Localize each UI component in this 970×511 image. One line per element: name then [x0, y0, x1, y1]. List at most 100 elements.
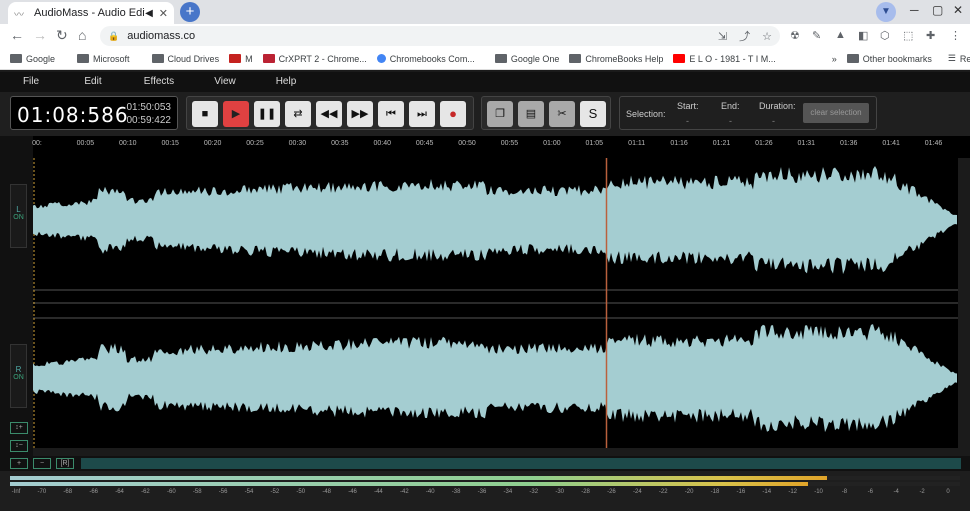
channel-left-toggle[interactable]: L ON	[10, 184, 27, 248]
meter-scale-label: -42	[399, 489, 409, 495]
selection-start-value: -	[686, 116, 689, 126]
clear-selection-button[interactable]: clear selection	[803, 103, 869, 123]
meter-scale-label: -26	[607, 489, 616, 495]
cut-button[interactable]: ✂	[549, 101, 575, 127]
stop-button[interactable]: ■	[192, 101, 218, 127]
url-text[interactable]: audiomass.co	[127, 30, 706, 42]
menu-effects[interactable]: Effects	[128, 72, 190, 92]
skip-start-button[interactable]: ⏮	[378, 101, 404, 127]
vertical-zoom-in-button[interactable]: ↕+	[10, 422, 28, 434]
extension-hex-icon[interactable]: ⬡	[880, 29, 890, 42]
share-icon[interactable]: ⤴	[739, 28, 750, 44]
silence-button[interactable]: S	[580, 101, 606, 127]
time-display: 01:08:586 01:50:053 00:59:422	[10, 96, 178, 130]
menu-file[interactable]: File	[0, 72, 62, 92]
meter-scale-label: -6	[867, 489, 873, 495]
meter-scale-label: -8	[841, 489, 848, 495]
meter-scale-label: -24	[632, 489, 642, 495]
bookmark-gmail[interactable]: M	[229, 54, 253, 64]
extension-pencil-icon[interactable]: ✎	[812, 29, 821, 42]
menu-edit[interactable]: Edit	[58, 72, 128, 92]
audiomass-favicon-icon: 〰	[14, 9, 24, 21]
new-tab-button[interactable]: +	[180, 2, 200, 22]
timeline-tick: 01:41	[882, 140, 900, 147]
menu-view[interactable]: View	[194, 72, 256, 92]
reading-list-button[interactable]: ☰Reading list	[948, 53, 970, 64]
close-window-button[interactable]: ✕	[953, 3, 963, 17]
back-button[interactable]: ←	[10, 27, 24, 43]
zoom-in-button[interactable]: +	[10, 458, 28, 469]
fast-forward-button[interactable]: ▶▶	[347, 101, 373, 127]
bookmark-youtube-elo[interactable]: E L O - 1981 - T I M...	[673, 54, 776, 64]
extension-biohazard-icon[interactable]: ☢	[790, 29, 800, 42]
timeline-tick: 00:10	[119, 140, 137, 147]
paste-button[interactable]: ▤	[518, 101, 544, 127]
rewind-icon: ◀◀	[320, 108, 338, 120]
timeline-tick: 01:21	[712, 140, 731, 147]
forward-button[interactable]: →	[33, 27, 47, 43]
tab-audiomass[interactable]: 〰 AudioMass - Audio Editor ◀︎ ✕	[8, 2, 174, 24]
record-button[interactable]: ●	[440, 101, 466, 127]
meter-scale-label: -10	[814, 489, 823, 495]
extensions-puzzle-icon[interactable]: ✚	[926, 29, 935, 42]
timeline-tick: 00:25	[246, 140, 264, 147]
home-button[interactable]: ⌂	[78, 27, 86, 43]
bookmark-chromebooks-help[interactable]: ChromeBooks Help	[569, 54, 663, 64]
meter-scale-label: -40	[425, 489, 435, 495]
meter-scale-label: -32	[529, 489, 539, 495]
zoom-out-button[interactable]: −	[33, 458, 51, 469]
maximize-button[interactable]: ▢	[932, 3, 943, 17]
skip-end-button[interactable]: ⏭	[409, 101, 435, 127]
bookmark-crxprt[interactable]: CrXPRT 2 - Chrome...	[262, 54, 367, 64]
channel-sidebar: L ON R ON ↕+ ↕−	[0, 136, 33, 466]
bookmark-chromebooks-com[interactable]: Chromebooks Com...	[376, 54, 475, 64]
extension-square-icon[interactable]: ◧	[858, 29, 868, 42]
loop-button[interactable]: ⇄	[285, 101, 311, 127]
bookmarks-overflow-icon[interactable]: »	[832, 54, 837, 64]
speaker-mute-icon[interactable]: ◀︎	[145, 8, 153, 19]
tab-search-button[interactable]: ▼	[876, 2, 896, 22]
bookmark-star-icon[interactable]: ☆	[762, 30, 772, 43]
copy-button[interactable]: ❐	[487, 101, 513, 127]
timeline-tick: 00:	[32, 140, 42, 147]
stop-icon: ■	[201, 108, 209, 120]
timeline-tick: 01:11	[628, 140, 646, 147]
menu-help[interactable]: Help	[256, 72, 316, 92]
waveform-svg[interactable]	[33, 158, 958, 448]
zoom-reset-button[interactable]: [R]	[56, 458, 74, 469]
install-app-icon[interactable]: ⇲	[718, 30, 727, 43]
timeline-tick: 01:05	[585, 140, 604, 147]
meter-scale-label: -34	[503, 489, 513, 495]
current-time: 01:08:586	[17, 103, 129, 127]
reload-button[interactable]: ↻	[56, 27, 68, 44]
horizontal-scroll-bar: + − [R]	[0, 456, 970, 471]
bookmark-microsoft[interactable]: Microsoft	[77, 54, 130, 64]
waveform-canvas[interactable]	[33, 158, 958, 448]
folder-icon	[494, 54, 507, 63]
folder-icon	[77, 54, 90, 63]
bookmark-cloud-drives[interactable]: Cloud Drives	[151, 54, 219, 64]
rewind-button[interactable]: ◀◀	[316, 101, 342, 127]
tab-title: AudioMass - Audio Editor	[34, 7, 145, 19]
scroll-track[interactable]	[81, 458, 961, 469]
play-icon: ▶	[231, 108, 241, 120]
play-button[interactable]: ▶	[223, 101, 249, 127]
pause-button[interactable]: ❚❚	[254, 101, 280, 127]
bookmark-other[interactable]: Other bookmarks	[846, 54, 932, 64]
menu-dots-icon[interactable]: ⋮	[950, 29, 961, 42]
timeline-tick: 01:00	[543, 140, 561, 147]
lock-icon[interactable]: 🔒	[108, 31, 119, 42]
vertical-zoom-out-button[interactable]: ↕−	[10, 440, 28, 452]
minimize-button[interactable]: ─	[910, 3, 919, 17]
bookmark-google[interactable]: Google	[10, 54, 55, 64]
bookmark-google-one[interactable]: Google One	[494, 54, 559, 64]
timeline-ruler[interactable]: 00: 00:05 00:10 00:15 00:20 00:25 00:30 00:35 00…	[32, 136, 970, 158]
google-icon	[376, 54, 386, 63]
channel-right-toggle[interactable]: R ON	[10, 344, 27, 408]
screenshot-icon[interactable]: ⬚	[903, 29, 913, 42]
google-drive-icon[interactable]: ▲	[835, 29, 846, 41]
meter-scale-label: -68	[63, 489, 73, 495]
meter-scale-label: -66	[89, 489, 98, 495]
tab-close-icon[interactable]: ✕	[159, 7, 168, 20]
address-bar[interactable]: 🔒 audiomass.co ⇲ ⤴ ☆	[100, 26, 780, 46]
